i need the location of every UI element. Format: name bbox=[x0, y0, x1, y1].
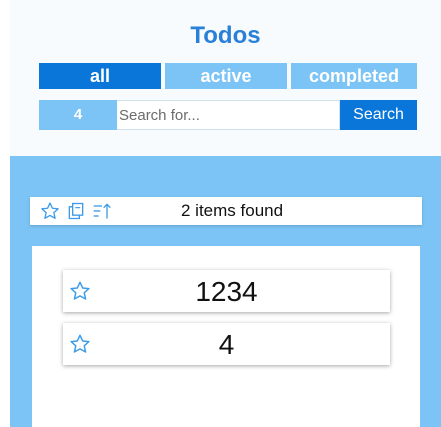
star-outline-icon[interactable] bbox=[40, 201, 60, 221]
tab-completed[interactable]: completed bbox=[291, 63, 417, 89]
items-found-label: 2 items found bbox=[181, 201, 284, 220]
main-area: 2 items found 1234 4 bbox=[10, 156, 441, 427]
search-input[interactable] bbox=[117, 100, 340, 130]
tab-all[interactable]: all bbox=[39, 63, 161, 89]
todo-item[interactable]: 1234 bbox=[63, 270, 390, 312]
todo-text: 4 bbox=[218, 329, 235, 360]
tab-active[interactable]: active bbox=[165, 63, 287, 89]
todo-count-badge: 4 bbox=[39, 100, 117, 130]
search-bar: 4 Search bbox=[39, 100, 417, 130]
sort-icon[interactable] bbox=[92, 201, 112, 221]
todo-item[interactable]: 4 bbox=[63, 323, 390, 365]
search-button[interactable]: Search bbox=[340, 100, 417, 130]
todo-text: 1234 bbox=[195, 276, 258, 307]
copy-icon[interactable] bbox=[66, 201, 86, 221]
list-toolbar: 2 items found bbox=[30, 197, 422, 225]
star-outline-icon[interactable] bbox=[69, 333, 91, 355]
filter-tabs: all active completed bbox=[39, 63, 417, 89]
page-title: Todos bbox=[190, 22, 261, 49]
star-outline-icon[interactable] bbox=[69, 280, 91, 302]
header: Todos all active completed 4 Search bbox=[10, 0, 441, 156]
todo-list: 1234 4 bbox=[32, 246, 420, 427]
todo-app: Todos all active completed 4 Search for.… bbox=[10, 0, 441, 427]
